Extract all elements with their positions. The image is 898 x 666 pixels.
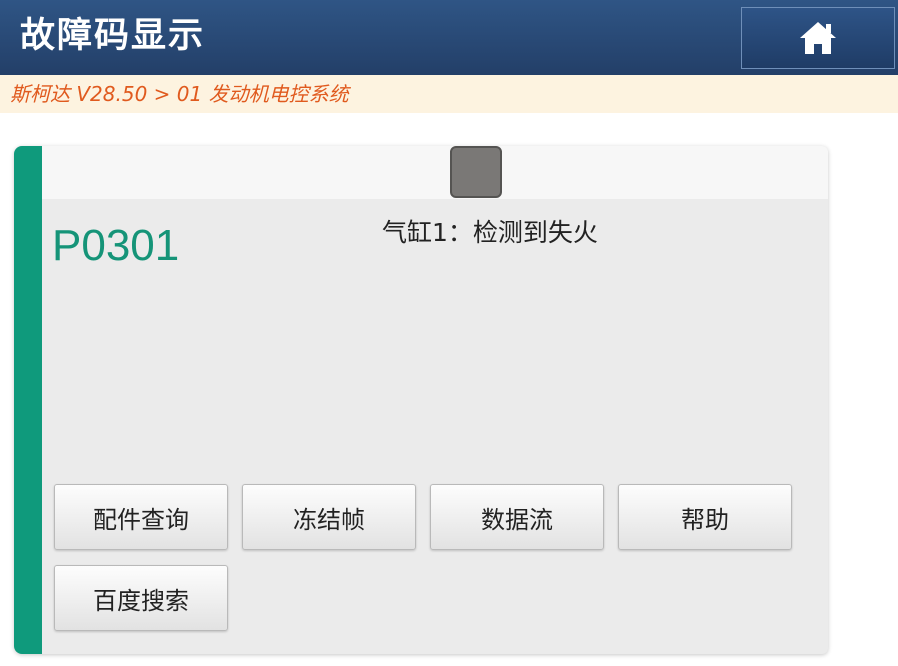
data-stream-button[interactable]: 数据流 <box>430 484 604 550</box>
card-top-strip <box>42 146 828 199</box>
header-bar: 故障码显示 <box>0 0 898 75</box>
fault-code-card: P0301 气缸1：检测到失火 配件查询 冻结帧 数据流 帮助 百度搜索 <box>14 146 828 654</box>
collapse-toggle[interactable] <box>450 146 502 198</box>
fault-code: P0301 <box>52 221 180 270</box>
breadcrumb: 斯柯达 V28.50 > 01 发动机电控系统 <box>10 82 349 106</box>
fault-description: 气缸1：检测到失火 <box>382 218 598 247</box>
home-button[interactable] <box>741 7 895 69</box>
breadcrumb-bar: 斯柯达 V28.50 > 01 发动机电控系统 <box>0 75 898 113</box>
home-icon <box>800 22 836 54</box>
parts-query-button[interactable]: 配件查询 <box>54 484 228 550</box>
help-button[interactable]: 帮助 <box>618 484 792 550</box>
baidu-search-button[interactable]: 百度搜索 <box>54 565 228 631</box>
card-accent-bar <box>14 146 42 654</box>
page-title: 故障码显示 <box>20 16 206 56</box>
freeze-frame-button[interactable]: 冻结帧 <box>242 484 416 550</box>
